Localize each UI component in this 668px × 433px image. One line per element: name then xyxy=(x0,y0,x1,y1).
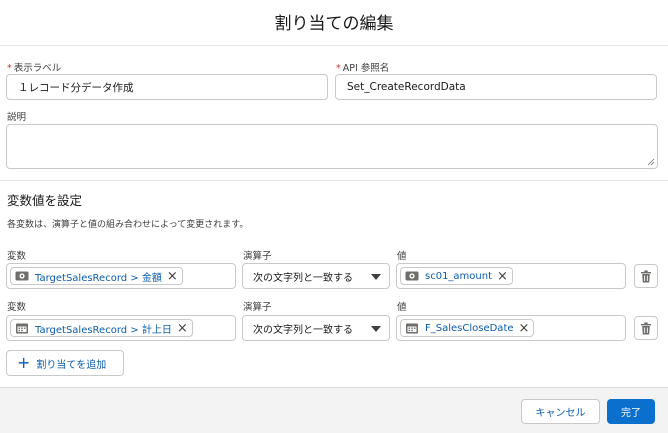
value-pill[interactable]: F_SalesCloseDate × xyxy=(400,319,535,337)
trash-icon xyxy=(641,322,651,334)
plus-icon: + xyxy=(17,353,31,372)
column-label-value: 値 xyxy=(397,302,407,313)
dialog-footer: キャンセル 完了 xyxy=(0,387,668,433)
required-mark: * xyxy=(7,63,12,74)
column-label-value: 値 xyxy=(397,251,407,262)
value-field[interactable]: sc01_amount × xyxy=(396,263,626,289)
column-label-operator: 演算子 xyxy=(243,302,272,313)
value-field[interactable]: F_SalesCloseDate × xyxy=(396,315,626,341)
remove-pill-icon[interactable]: × xyxy=(177,322,188,335)
variable-field[interactable]: TargetSalesRecord > 金額 × xyxy=(6,263,236,289)
delete-row-button[interactable] xyxy=(634,264,658,288)
resize-grip-icon[interactable] xyxy=(647,158,655,166)
remove-pill-icon[interactable]: × xyxy=(497,270,508,283)
delete-row-button[interactable] xyxy=(634,316,658,340)
value-pill[interactable]: sc01_amount × xyxy=(400,267,513,285)
add-assignment-button[interactable]: + 割り当てを追加 xyxy=(6,350,124,376)
operator-select[interactable]: 次の文字列と一致する xyxy=(242,263,390,289)
calendar-icon xyxy=(16,323,28,334)
variable-pill[interactable]: TargetSalesRecord > 金額 × xyxy=(10,267,183,285)
api-name-caption: * API 参照名 xyxy=(336,63,390,74)
remove-pill-icon[interactable]: × xyxy=(519,322,530,335)
description-textarea[interactable] xyxy=(6,124,658,169)
display-label-input[interactable]: １レコード分データ作成 xyxy=(6,74,328,100)
variable-pill[interactable]: TargetSalesRecord > 計上日 × xyxy=(10,319,193,337)
chevron-down-icon xyxy=(371,274,381,280)
remove-pill-icon[interactable]: × xyxy=(167,270,178,283)
description-caption: 説明 xyxy=(7,112,27,123)
done-button[interactable]: 完了 xyxy=(607,399,655,424)
dialog-header: 割り当ての編集 xyxy=(0,0,668,46)
currency-icon xyxy=(405,271,419,281)
operator-select[interactable]: 次の文字列と一致する xyxy=(242,315,390,341)
add-assignment-label: 割り当てを追加 xyxy=(36,359,107,371)
section-divider xyxy=(0,180,668,181)
value-pill-label: sc01_amount xyxy=(425,270,493,282)
section-title: 変数値を設定 xyxy=(7,193,83,208)
trash-icon xyxy=(641,270,651,282)
api-name-input[interactable]: Set_CreateRecordData xyxy=(335,74,657,100)
variable-pill-label: TargetSalesRecord > 計上日 xyxy=(35,324,172,336)
section-description: 各変数は、演算子と値の組み合わせによって変更されます。 xyxy=(7,220,249,230)
required-mark: * xyxy=(336,63,341,74)
display-label-caption: * 表示ラベル xyxy=(7,63,62,74)
column-label-operator: 演算子 xyxy=(243,251,272,262)
calendar-icon xyxy=(406,323,418,334)
variable-pill-label: TargetSalesRecord > 金額 xyxy=(35,272,162,284)
currency-icon xyxy=(15,271,29,281)
cancel-button[interactable]: キャンセル xyxy=(521,399,600,424)
variable-field[interactable]: TargetSalesRecord > 計上日 × xyxy=(6,315,236,341)
chevron-down-icon xyxy=(371,326,381,332)
column-label-variable: 変数 xyxy=(7,251,27,262)
column-label-variable: 変数 xyxy=(7,302,27,313)
dialog-title: 割り当ての編集 xyxy=(274,14,394,34)
value-pill-label: F_SalesCloseDate xyxy=(425,322,514,334)
